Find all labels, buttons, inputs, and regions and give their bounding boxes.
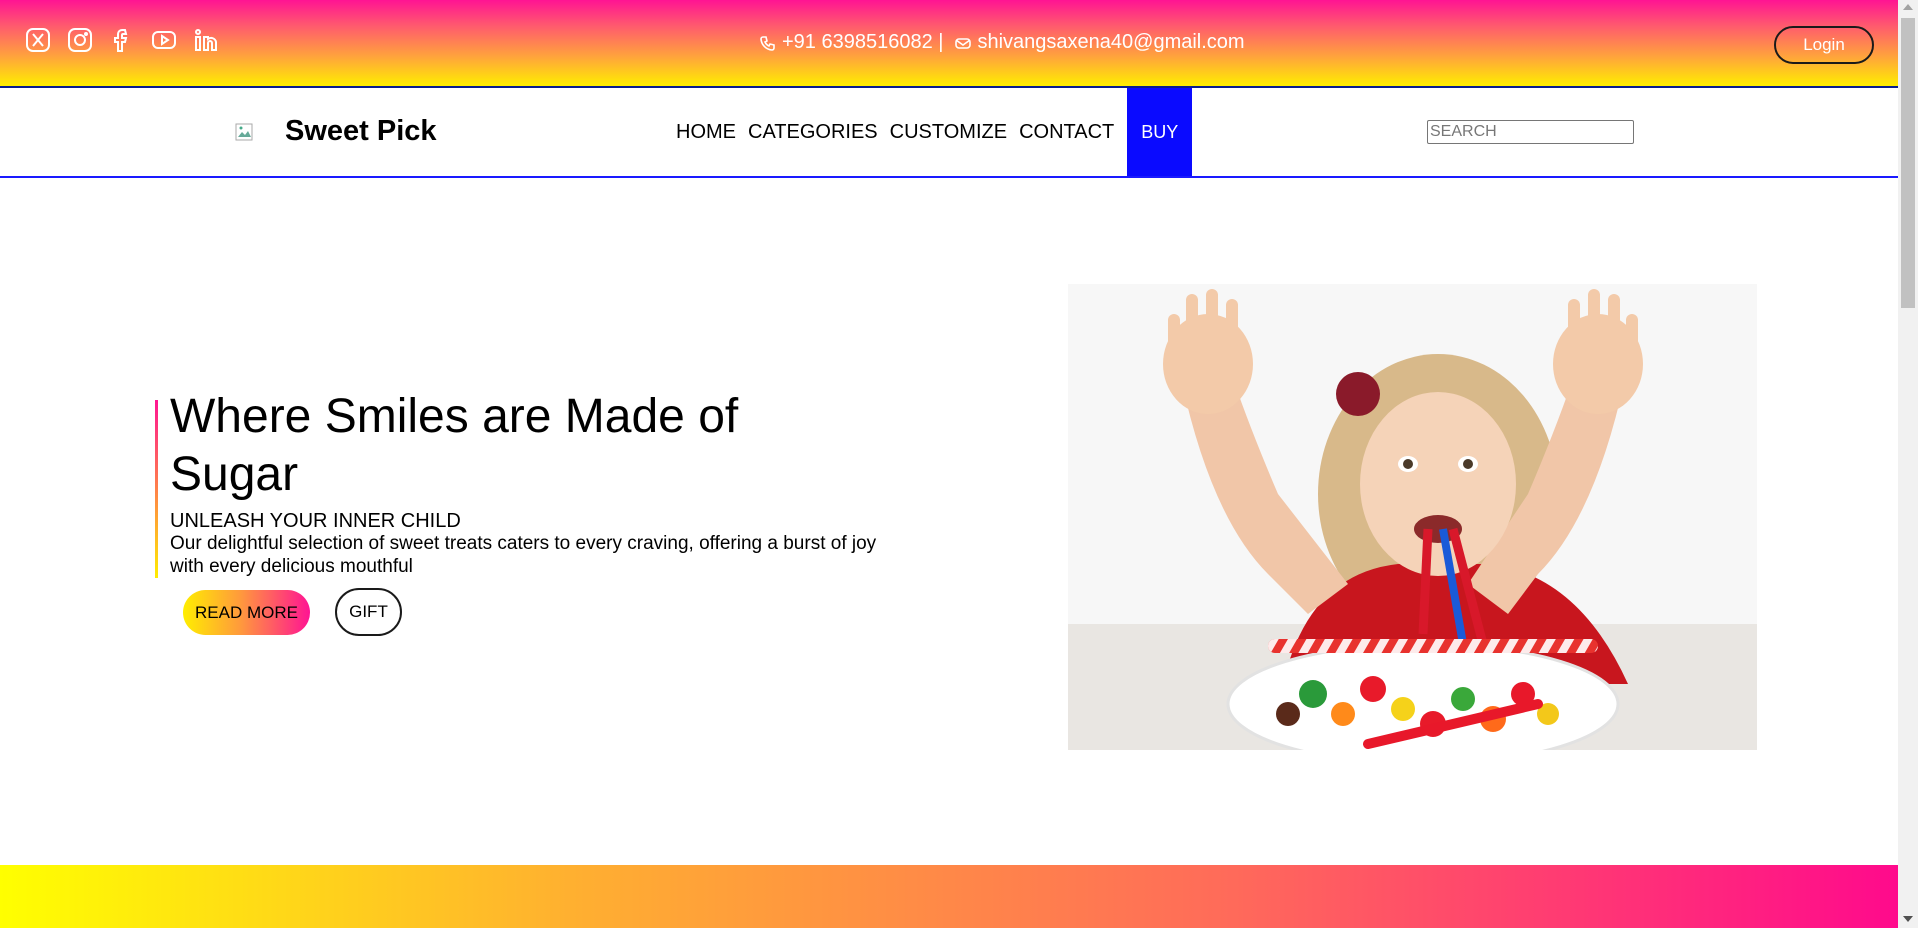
broken-logo-image-icon — [235, 123, 255, 143]
phone-icon — [760, 35, 775, 51]
gift-button[interactable]: GIFT — [334, 588, 402, 636]
social-links — [24, 26, 220, 54]
facebook-icon[interactable] — [108, 26, 136, 54]
nav-customize-link[interactable]: CUSTOMIZE — [884, 88, 1013, 176]
top-bar: +91 6398516082 | shivangsaxena40@gmail.c… — [0, 0, 1898, 88]
brand-name[interactable]: Sweet Pick — [285, 115, 437, 148]
nav-home-link[interactable]: HOME — [670, 88, 742, 176]
bottom-gradient-band — [0, 865, 1898, 928]
read-more-button[interactable]: READ MORE — [183, 590, 310, 635]
contact-info: +91 6398516082 | shivangsaxena40@gmail.c… — [760, 31, 1245, 54]
vertical-scrollbar[interactable] — [1898, 0, 1918, 928]
scroll-up-arrow-icon[interactable] — [1903, 4, 1913, 10]
x-icon[interactable] — [24, 26, 52, 54]
hero-actions: READ MORE GIFT — [183, 588, 402, 636]
youtube-icon[interactable] — [150, 26, 178, 54]
hero-text-block: Where Smiles are Made of Sugar UNLEASH Y… — [155, 390, 895, 578]
hero-image — [1068, 284, 1757, 750]
instagram-icon[interactable] — [66, 26, 94, 54]
linkedin-icon[interactable] — [192, 26, 220, 54]
email-address: shivangsaxena40@gmail.com — [977, 31, 1245, 53]
scroll-down-arrow-icon[interactable] — [1903, 916, 1913, 922]
hero-subtitle: UNLEASH YOUR INNER CHILD — [170, 510, 461, 532]
nav-categories-link[interactable]: CATEGORIES — [742, 88, 884, 176]
buy-button[interactable]: BUY — [1127, 88, 1193, 176]
page: +91 6398516082 | shivangsaxena40@gmail.c… — [0, 0, 1918, 928]
search-input[interactable] — [1427, 120, 1634, 144]
main-nav: Sweet Pick HOME CATEGORIES CUSTOMIZE CON… — [0, 88, 1898, 178]
login-button[interactable]: Login — [1774, 26, 1874, 64]
nav-menu: HOME CATEGORIES CUSTOMIZE CONTACT BUY — [670, 88, 1193, 176]
mail-icon — [955, 37, 972, 49]
phone-number: +91 6398516082 | — [782, 31, 944, 53]
hero-description: Our delightful selection of sweet treats… — [170, 533, 877, 577]
scrollbar-thumb[interactable] — [1901, 18, 1915, 308]
nav-contact-link[interactable]: CONTACT — [1013, 88, 1120, 176]
hero-title: Where Smiles are Made of Sugar — [170, 390, 739, 501]
